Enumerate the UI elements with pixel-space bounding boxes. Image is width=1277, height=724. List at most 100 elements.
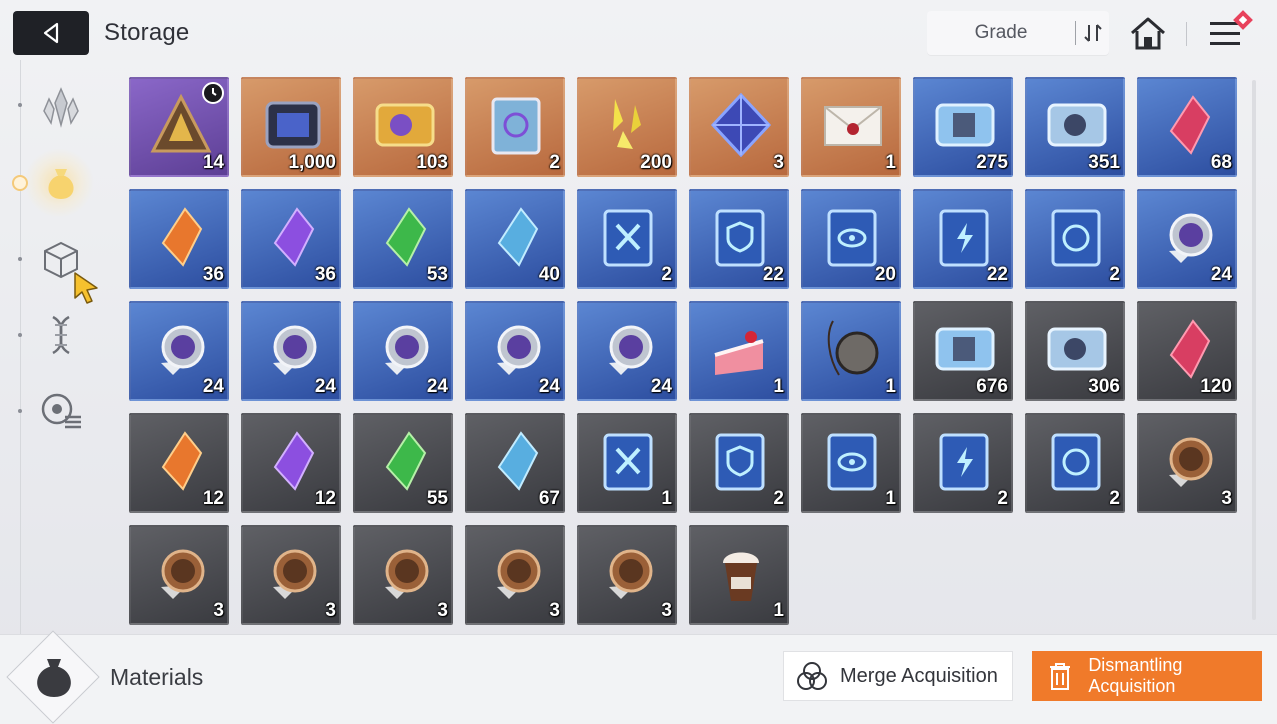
grid-scrollbar[interactable] xyxy=(1252,80,1256,620)
item-slot[interactable]: 24 xyxy=(577,301,677,401)
blue-octahedron-icon xyxy=(710,92,772,158)
sealed-letter-icon xyxy=(824,106,882,146)
item-slot[interactable]: 40 xyxy=(465,189,565,289)
purple-crystal-icon xyxy=(273,431,315,491)
item-slot[interactable]: 3 xyxy=(465,525,565,625)
cyan-crystal-icon xyxy=(497,431,539,491)
item-slot[interactable]: 3 xyxy=(353,525,453,625)
merge-circles-icon xyxy=(797,662,827,690)
item-slot[interactable]: 3 xyxy=(577,525,677,625)
item-slot[interactable]: 55 xyxy=(353,413,453,513)
frappe-icon xyxy=(723,552,759,601)
item-slot[interactable]: 14 xyxy=(129,77,229,177)
rainbow-book-icon xyxy=(491,97,541,155)
item-count: 306 xyxy=(1088,376,1120,397)
menu-icon[interactable] xyxy=(1206,10,1256,54)
item-slot[interactable]: 306 xyxy=(1025,301,1125,401)
gear-list-icon xyxy=(41,393,81,429)
sidebar-item-crystals[interactable] xyxy=(36,82,86,132)
pointer-cursor-icon xyxy=(74,272,98,304)
item-slot[interactable]: 67 xyxy=(465,413,565,513)
item-slot[interactable]: 3 xyxy=(689,77,789,177)
sidebar-item-misc[interactable] xyxy=(36,386,86,436)
item-slot[interactable]: 1 xyxy=(801,301,901,401)
sidebar-dot xyxy=(18,257,22,261)
orb-book-icon xyxy=(1051,433,1101,491)
item-slot[interactable]: 20 xyxy=(801,189,901,289)
id-ticket-icon xyxy=(935,103,995,147)
item-count: 55 xyxy=(426,488,448,509)
back-button[interactable] xyxy=(13,11,89,55)
sidebar-dot xyxy=(18,103,22,107)
item-count: 24 xyxy=(650,376,672,397)
bronze-medal-icon xyxy=(497,549,541,599)
item-slot[interactable]: 275 xyxy=(913,77,1013,177)
item-slot[interactable]: 53 xyxy=(353,189,453,289)
item-count: 3 xyxy=(549,600,560,621)
item-count: 275 xyxy=(976,152,1008,173)
sort-order-icon[interactable] xyxy=(1076,11,1109,55)
item-count: 1 xyxy=(661,488,672,509)
item-slot[interactable]: 12 xyxy=(129,413,229,513)
item-slot[interactable]: 200 xyxy=(577,77,677,177)
item-slot[interactable]: 24 xyxy=(129,301,229,401)
item-count: 3 xyxy=(325,600,336,621)
item-slot[interactable]: 24 xyxy=(353,301,453,401)
item-slot[interactable]: 2 xyxy=(913,413,1013,513)
star-ticket-icon xyxy=(1047,103,1107,147)
item-slot[interactable]: 12 xyxy=(241,413,341,513)
item-slot[interactable]: 1 xyxy=(689,525,789,625)
item-slot[interactable]: 22 xyxy=(913,189,1013,289)
item-slot[interactable]: 36 xyxy=(241,189,341,289)
category-label: Materials xyxy=(110,664,204,690)
item-count: 1 xyxy=(885,376,896,397)
page-title: Storage xyxy=(104,19,190,46)
item-slot[interactable]: 2 xyxy=(577,189,677,289)
item-slot[interactable]: 2 xyxy=(1025,189,1125,289)
item-count: 1 xyxy=(885,488,896,509)
item-count: 12 xyxy=(202,488,224,509)
item-count: 2 xyxy=(1109,264,1120,285)
sidebar-dot xyxy=(18,333,22,337)
sidebar-item-genes[interactable] xyxy=(36,310,86,360)
dismantling-acquisition-label: Dismantling Acquisition xyxy=(1088,655,1183,696)
item-slot[interactable]: 24 xyxy=(1137,189,1237,289)
medal-icon xyxy=(609,325,653,375)
item-slot[interactable]: 1 xyxy=(577,413,677,513)
item-slot[interactable]: 1,000 xyxy=(241,77,341,177)
chip-icon xyxy=(265,101,321,149)
item-slot[interactable]: 22 xyxy=(689,189,789,289)
item-slot[interactable]: 2 xyxy=(1025,413,1125,513)
gold-ticket-icon xyxy=(375,103,435,147)
money-bag-icon xyxy=(37,659,71,697)
sort-dropdown[interactable]: Grade xyxy=(927,11,1109,55)
item-slot[interactable]: 676 xyxy=(913,301,1013,401)
item-slot[interactable]: 68 xyxy=(1137,77,1237,177)
lightning-book-icon xyxy=(939,209,989,267)
item-slot[interactable]: 36 xyxy=(129,189,229,289)
item-slot[interactable]: 3 xyxy=(241,525,341,625)
sidebar-item-materials[interactable] xyxy=(24,148,94,218)
cake-icon xyxy=(714,331,764,375)
item-slot[interactable]: 2 xyxy=(465,77,565,177)
item-count: 40 xyxy=(538,264,560,285)
item-slot[interactable]: 1 xyxy=(801,413,901,513)
item-count: 3 xyxy=(1221,488,1232,509)
item-slot[interactable]: 24 xyxy=(241,301,341,401)
item-slot[interactable]: 351 xyxy=(1025,77,1125,177)
dismantling-acquisition-button[interactable]: Dismantling Acquisition xyxy=(1032,651,1262,701)
id-ticket-icon xyxy=(935,327,995,371)
item-slot[interactable]: 24 xyxy=(465,301,565,401)
home-icon[interactable] xyxy=(1128,14,1168,54)
item-slot[interactable]: 3 xyxy=(1137,413,1237,513)
item-slot[interactable]: 3 xyxy=(129,525,229,625)
item-slot[interactable]: 120 xyxy=(1137,301,1237,401)
item-slot[interactable]: 1 xyxy=(801,77,901,177)
item-slot[interactable]: 103 xyxy=(353,77,453,177)
item-slot[interactable]: 2 xyxy=(689,413,789,513)
purple-crystal-icon xyxy=(273,207,315,267)
item-count: 1 xyxy=(885,152,896,173)
merge-acquisition-button[interactable]: Merge Acquisition xyxy=(783,651,1013,701)
item-slot[interactable]: 1 xyxy=(689,301,789,401)
item-count: 36 xyxy=(314,264,336,285)
